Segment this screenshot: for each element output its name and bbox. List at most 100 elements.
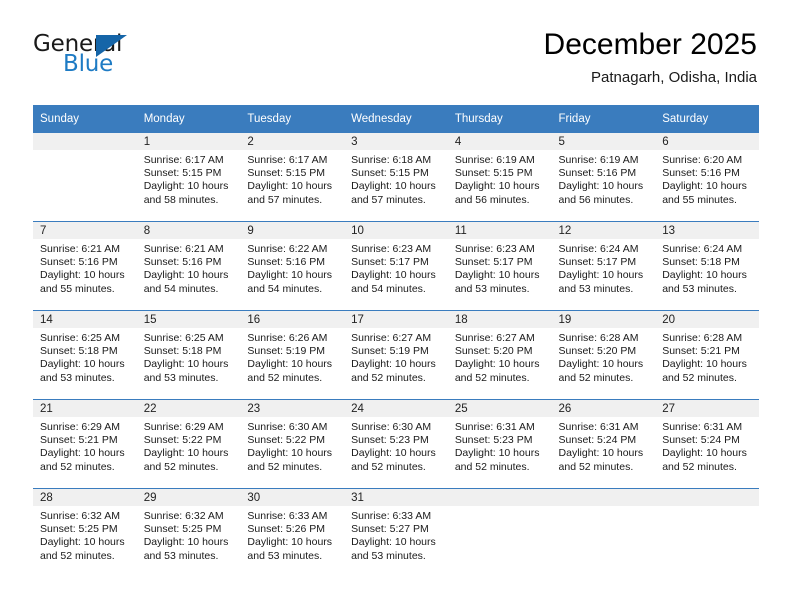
day-cell-inner: 29 Sunrise: 6:32 AM Sunset: 5:25 PM Dayligh… — [136, 489, 241, 577]
daylight-text-line2: and 52 minutes. — [40, 460, 115, 473]
calendar-day-cell[interactable]: 24 Sunrise: 6:30 AM Sunset: 5:23 PM Dayligh… — [344, 399, 448, 489]
sunrise-text: Sunrise: 6:19 AM — [454, 154, 535, 166]
calendar-day-cell[interactable]: 16 Sunrise: 6:26 AM Sunset: 5:19 PM Dayligh… — [240, 310, 345, 400]
general-blue-logo[interactable]: General Blue — [33, 33, 253, 85]
day-number: 15 — [136, 311, 241, 328]
day-number: 3 — [344, 133, 448, 150]
calendar-day-cell[interactable]: 17 Sunrise: 6:27 AM Sunset: 5:19 PM Dayligh… — [344, 310, 448, 400]
calendar-day-cell[interactable]: 2 Sunrise: 6:17 AM Sunset: 5:15 PM Daylight… — [240, 133, 345, 222]
calendar-day-cell[interactable]: 25 Sunrise: 6:31 AM Sunset: 5:23 PM Dayligh… — [447, 399, 552, 489]
daylight-text-line1: Daylight: 10 hours — [247, 536, 333, 549]
weekday-header-thursday: Thursday — [447, 105, 552, 133]
daylight-text-line2: and 52 minutes. — [351, 460, 426, 473]
calendar-day-cell[interactable]: 22 Sunrise: 6:29 AM Sunset: 5:22 PM Dayligh… — [136, 399, 241, 489]
calendar-day-cell[interactable]: 7 Sunrise: 6:21 AM Sunset: 5:16 PM Daylight… — [33, 221, 137, 311]
calendar-day-cell[interactable]: 3 Sunrise: 6:18 AM Sunset: 5:15 PM Daylight… — [344, 133, 448, 222]
sunset-text: Sunset: 5:19 PM — [351, 345, 429, 358]
sunset-text: Sunset: 5:17 PM — [454, 256, 533, 269]
day-number: 28 — [33, 489, 137, 506]
calendar-body: 1 Sunrise: 6:17 AM Sunset: 5:15 PM Daylight… — [33, 133, 759, 577]
daylight-text-line1: Daylight: 10 hours — [247, 358, 333, 371]
daylight-text-line2: and 52 minutes. — [247, 460, 323, 473]
calendar-day-cell[interactable]: 30 Sunrise: 6:33 AM Sunset: 5:26 PM Dayligh… — [240, 488, 345, 577]
calendar-day-cell[interactable]: 28 Sunrise: 6:32 AM Sunset: 5:25 PM Dayligh… — [33, 488, 137, 577]
calendar-day-cell[interactable]: 31 Sunrise: 6:33 AM Sunset: 5:27 PM Dayligh… — [344, 488, 448, 577]
day-cell-inner: 7 Sunrise: 6:21 AM Sunset: 5:16 PM Daylight… — [33, 222, 137, 310]
day-number: 11 — [447, 222, 552, 239]
calendar-day-cell[interactable]: 13 Sunrise: 6:24 AM Sunset: 5:18 PM Dayligh… — [655, 221, 759, 311]
day-cell-inner: 15 Sunrise: 6:25 AM Sunset: 5:18 PM Dayligh… — [136, 311, 241, 399]
calendar-day-cell[interactable]: 8 Sunrise: 6:21 AM Sunset: 5:16 PM Daylight… — [136, 221, 241, 311]
calendar-day-cell[interactable]: 6 Sunrise: 6:20 AM Sunset: 5:16 PM Daylight… — [655, 133, 759, 222]
daylight-text-line1: Daylight: 10 hours — [143, 447, 229, 460]
calendar-day-cell[interactable]: 4 Sunrise: 6:19 AM Sunset: 5:15 PM Daylight… — [447, 133, 552, 222]
day-cell-inner: 27 Sunrise: 6:31 AM Sunset: 5:24 PM Dayligh… — [655, 400, 759, 488]
day-cell-inner: 8 Sunrise: 6:21 AM Sunset: 5:16 PM Daylight… — [136, 222, 241, 310]
day-cell-inner: 1 Sunrise: 6:17 AM Sunset: 5:15 PM Daylight… — [136, 133, 241, 221]
sunrise-text: Sunrise: 6:28 AM — [662, 332, 743, 344]
daylight-text-line1: Daylight: 10 hours — [558, 269, 644, 282]
day-cell-inner: 2 Sunrise: 6:17 AM Sunset: 5:15 PM Daylight… — [240, 133, 345, 221]
calendar-day-cell[interactable]: 27 Sunrise: 6:31 AM Sunset: 5:24 PM Dayligh… — [655, 399, 759, 489]
day-number: 24 — [344, 400, 448, 417]
day-details: Sunrise: 6:17 AM Sunset: 5:15 PM Daylight:… — [137, 150, 241, 207]
day-cell-inner — [655, 489, 759, 577]
day-number: 9 — [240, 222, 345, 239]
sunrise-text: Sunrise: 6:33 AM — [351, 510, 432, 522]
day-cell-inner: 19 Sunrise: 6:28 AM Sunset: 5:20 PM Dayligh… — [551, 311, 656, 399]
calendar-day-cell[interactable]: 5 Sunrise: 6:19 AM Sunset: 5:16 PM Daylight… — [551, 133, 656, 222]
day-details: Sunrise: 6:23 AM Sunset: 5:17 PM Daylight:… — [448, 239, 552, 296]
calendar-day-cell[interactable]: 18 Sunrise: 6:27 AM Sunset: 5:20 PM Dayligh… — [447, 310, 552, 400]
calendar-cell-empty — [33, 133, 137, 222]
day-cell-inner: 16 Sunrise: 6:26 AM Sunset: 5:19 PM Dayligh… — [240, 311, 345, 399]
day-details: Sunrise: 6:24 AM Sunset: 5:17 PM Daylight:… — [552, 239, 656, 296]
sunrise-text: Sunrise: 6:21 AM — [40, 243, 120, 255]
calendar-day-cell[interactable]: 10 Sunrise: 6:23 AM Sunset: 5:17 PM Dayligh… — [344, 221, 448, 311]
daylight-text-line1: Daylight: 10 hours — [143, 536, 229, 549]
sunset-text: Sunset: 5:17 PM — [351, 256, 429, 269]
daylight-text-line1: Daylight: 10 hours — [454, 358, 540, 371]
daylight-text-line2: and 53 minutes. — [247, 549, 323, 562]
sunset-text: Sunset: 5:20 PM — [558, 345, 637, 358]
day-number: 7 — [33, 222, 137, 239]
daylight-text-line2: and 54 minutes. — [143, 282, 219, 295]
calendar-week-row: 28 Sunrise: 6:32 AM Sunset: 5:25 PM Dayligh… — [33, 488, 759, 577]
calendar-day-cell[interactable]: 14 Sunrise: 6:25 AM Sunset: 5:18 PM Dayligh… — [33, 310, 137, 400]
calendar-cell-empty — [551, 488, 656, 577]
day-details: Sunrise: 6:29 AM Sunset: 5:21 PM Daylight:… — [33, 417, 137, 474]
calendar-day-cell[interactable]: 26 Sunrise: 6:31 AM Sunset: 5:24 PM Dayligh… — [551, 399, 656, 489]
daylight-text-line2: and 52 minutes. — [454, 371, 530, 384]
calendar-week-row: 1 Sunrise: 6:17 AM Sunset: 5:15 PM Daylight… — [33, 133, 759, 222]
calendar-day-cell[interactable]: 23 Sunrise: 6:30 AM Sunset: 5:22 PM Dayligh… — [240, 399, 345, 489]
daylight-text-line2: and 53 minutes. — [558, 282, 634, 295]
day-number: 21 — [33, 400, 137, 417]
sunrise-text: Sunrise: 6:23 AM — [454, 243, 535, 255]
calendar-day-cell[interactable]: 21 Sunrise: 6:29 AM Sunset: 5:21 PM Dayligh… — [33, 399, 137, 489]
sunrise-text: Sunrise: 6:18 AM — [351, 154, 432, 166]
calendar-day-cell[interactable]: 12 Sunrise: 6:24 AM Sunset: 5:17 PM Dayligh… — [551, 221, 656, 311]
daylight-text-line2: and 57 minutes. — [247, 193, 323, 206]
daylight-text-line2: and 52 minutes. — [662, 460, 737, 473]
daylight-text-line1: Daylight: 10 hours — [558, 447, 644, 460]
day-cell-inner: 21 Sunrise: 6:29 AM Sunset: 5:21 PM Dayligh… — [33, 400, 137, 488]
calendar-day-cell[interactable]: 9 Sunrise: 6:22 AM Sunset: 5:16 PM Daylight… — [240, 221, 345, 311]
day-number: 17 — [344, 311, 448, 328]
calendar-day-cell[interactable]: 20 Sunrise: 6:28 AM Sunset: 5:21 PM Dayligh… — [655, 310, 759, 400]
daylight-text-line1: Daylight: 10 hours — [40, 447, 125, 460]
sunset-text: Sunset: 5:25 PM — [40, 523, 118, 536]
sunrise-text: Sunrise: 6:21 AM — [143, 243, 224, 255]
day-cell-inner: 24 Sunrise: 6:30 AM Sunset: 5:23 PM Dayligh… — [344, 400, 448, 488]
calendar-day-cell[interactable]: 29 Sunrise: 6:32 AM Sunset: 5:25 PM Dayligh… — [136, 488, 241, 577]
day-number: 10 — [344, 222, 448, 239]
calendar-day-cell[interactable]: 15 Sunrise: 6:25 AM Sunset: 5:18 PM Dayligh… — [136, 310, 241, 400]
sunrise-text: Sunrise: 6:27 AM — [454, 332, 535, 344]
sunset-text: Sunset: 5:16 PM — [40, 256, 118, 269]
day-cell-inner: 31 Sunrise: 6:33 AM Sunset: 5:27 PM Dayligh… — [344, 489, 448, 577]
daylight-text-line2: and 53 minutes. — [40, 371, 115, 384]
day-details: Sunrise: 6:30 AM Sunset: 5:22 PM Daylight:… — [240, 417, 344, 474]
calendar-day-cell[interactable]: 19 Sunrise: 6:28 AM Sunset: 5:20 PM Dayligh… — [551, 310, 656, 400]
calendar-day-cell[interactable]: 1 Sunrise: 6:17 AM Sunset: 5:15 PM Daylight… — [136, 133, 241, 222]
calendar-day-cell[interactable]: 11 Sunrise: 6:23 AM Sunset: 5:17 PM Dayligh… — [447, 221, 552, 311]
daylight-text-line1: Daylight: 10 hours — [662, 447, 747, 460]
day-cell-inner: 25 Sunrise: 6:31 AM Sunset: 5:23 PM Dayligh… — [447, 400, 552, 488]
